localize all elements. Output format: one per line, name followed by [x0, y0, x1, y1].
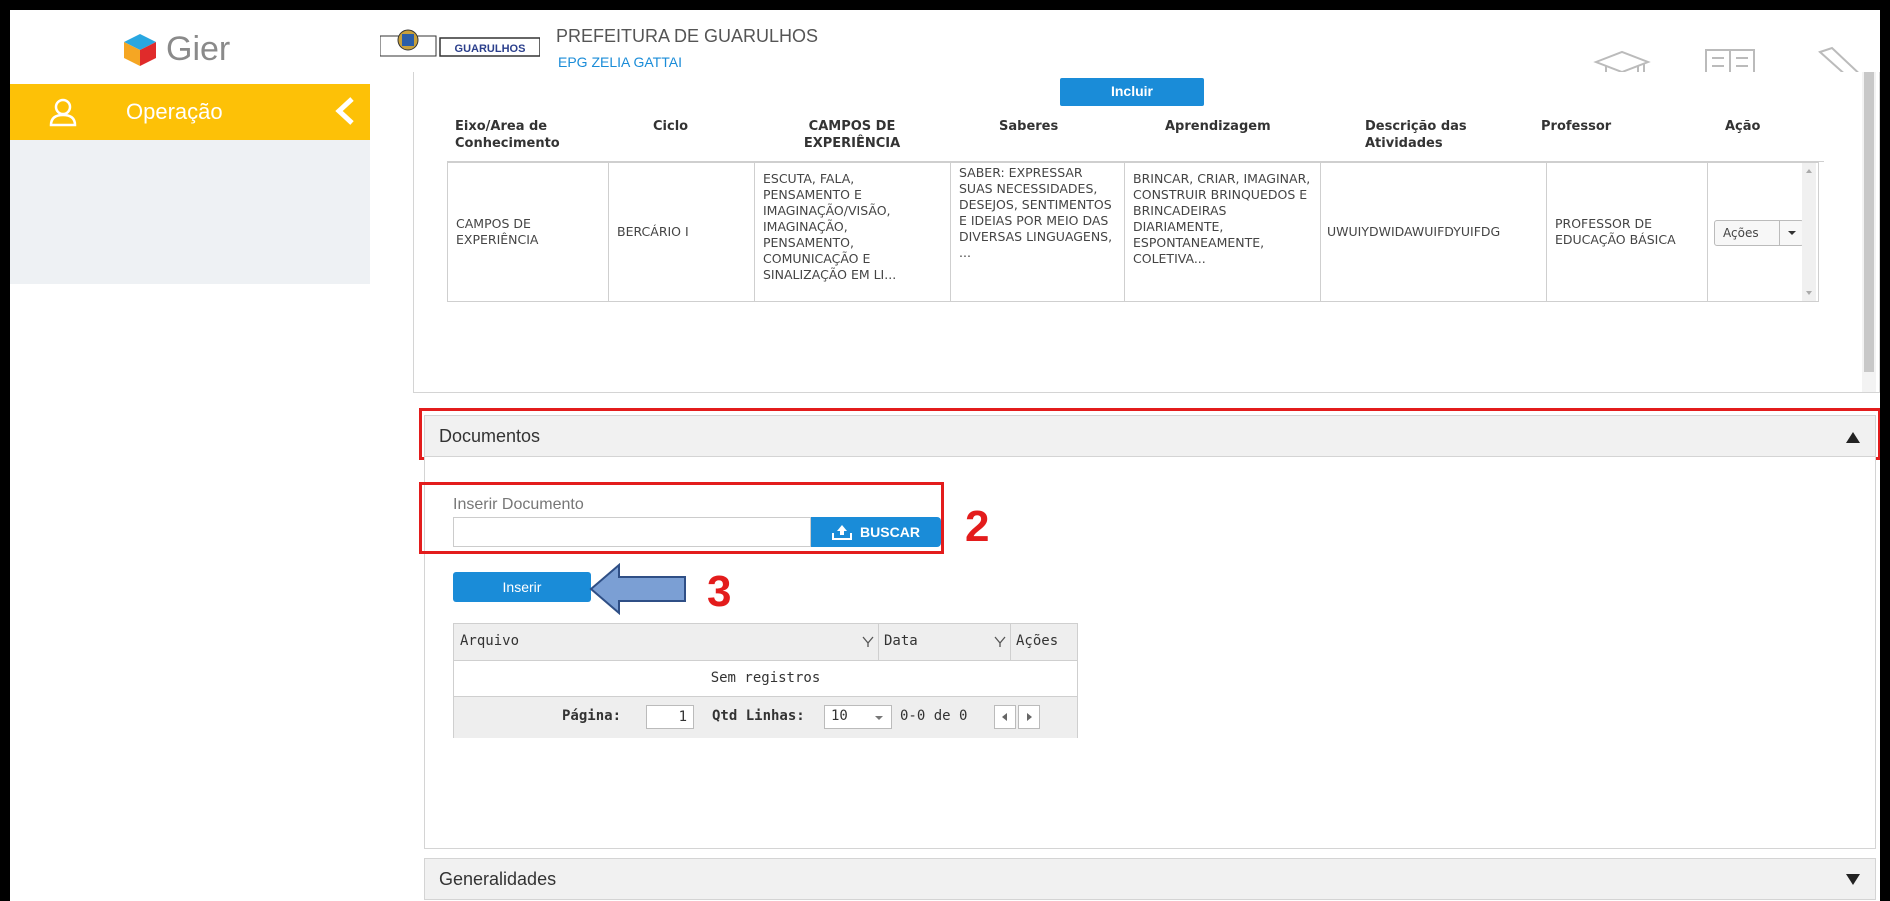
cell-acao: Ações	[1708, 163, 1804, 301]
cell-eixo: CAMPOS DE EXPERIÊNCIA	[448, 163, 609, 301]
col-aprendizagem[interactable]: Aprendizagem	[1165, 118, 1271, 135]
prev-page-button[interactable]	[994, 705, 1016, 729]
inserir-button[interactable]: Inserir	[453, 572, 591, 602]
col-ciclo[interactable]: Ciclo	[653, 118, 688, 135]
col-descricao[interactable]: Descrição das Atividades	[1365, 118, 1475, 152]
arrow-left-icon	[589, 563, 686, 615]
pagination-bar: Página: 1 Qtd Linhas: 10 0-0 de 0	[454, 696, 1077, 738]
chevron-right-icon	[1027, 713, 1032, 721]
annotation-box-1	[419, 408, 1880, 460]
divider	[1010, 624, 1011, 660]
sidebar: Operação	[10, 84, 370, 284]
range-text: 0-0 de 0	[900, 708, 968, 724]
incluir-button[interactable]: Incluir	[1060, 78, 1204, 106]
qtd-linhas-label: Qtd Linhas:	[712, 708, 805, 724]
cell-aprendizagem: BRINCAR, CRIAR, IMAGINAR, CONSTRUIR BRIN…	[1125, 163, 1321, 301]
col-acoes[interactable]: Ações	[1016, 633, 1058, 649]
cell-saberes: SABER: EXPRESSAR SUAS NECESSIDADES, DESE…	[951, 163, 1125, 301]
divider	[878, 624, 879, 660]
cube-logo-icon	[124, 33, 156, 66]
acoes-dropdown-button[interactable]: Ações	[1714, 220, 1804, 246]
page-number-input[interactable]: 1	[646, 705, 694, 729]
section-title: Generalidades	[439, 869, 557, 889]
rows-per-page-value: 10	[831, 708, 848, 724]
filter-icon[interactable]	[862, 636, 874, 648]
brand-name: Gier	[166, 30, 231, 68]
table-row[interactable]: CAMPOS DE EXPERIÊNCIA BERCÁRIO I ESCUTA,…	[447, 162, 1819, 302]
sidebar-item-label: Operação	[126, 99, 223, 124]
col-campos[interactable]: CAMPOS DE EXPERIÊNCIA	[777, 118, 927, 152]
brand-logo[interactable]: Gier	[122, 30, 230, 69]
grid-scrollbar[interactable]	[1802, 163, 1816, 301]
caret-down-icon	[875, 716, 883, 720]
col-professor[interactable]: Professor	[1541, 118, 1611, 135]
org-subtitle: EPG ZELIA GATTAI	[558, 54, 682, 70]
documents-grid: Arquivo Data Ações Sem registros Página:…	[453, 623, 1078, 738]
chevron-left-icon[interactable]	[332, 96, 358, 126]
user-icon	[49, 98, 77, 127]
panel-scrollbar[interactable]	[1862, 72, 1876, 392]
caret-down-icon	[1779, 221, 1804, 245]
chevron-left-icon	[1002, 713, 1007, 721]
cell-ciclo: BERCÁRIO I	[609, 163, 755, 301]
next-page-button[interactable]	[1018, 705, 1040, 729]
content-grid-header: Eixo/Area de Conhecimento Ciclo CAMPOS D…	[447, 118, 1824, 162]
empty-message: Sem registros	[710, 670, 821, 686]
col-eixo[interactable]: Eixo/Area de Conhecimento	[455, 118, 575, 152]
col-acao[interactable]: Ação	[1725, 118, 1760, 135]
app-frame: Gier GUARULHOS PREFEITURA DE GUARULHOS E…	[10, 10, 1880, 901]
org-name: PREFEITURA DE GUARULHOS	[556, 26, 819, 46]
acoes-label: Ações	[1723, 226, 1759, 240]
scrollbar-thumb[interactable]	[1864, 72, 1874, 372]
col-arquivo[interactable]: Arquivo	[460, 633, 519, 649]
cell-descricao: UWUIYDWIDAWUIFDYUIFDG	[1321, 163, 1547, 301]
sidebar-item-operacao[interactable]: Operação	[10, 84, 370, 140]
generalidades-section-header[interactable]: Generalidades	[424, 858, 1876, 900]
col-data[interactable]: Data	[884, 633, 918, 649]
annotation-box-2	[419, 482, 944, 554]
cell-campos: ESCUTA, FALA, PENSAMENTO E IMAGINAÇÃO/VI…	[755, 163, 951, 301]
expand-down-icon	[1846, 874, 1860, 885]
pagina-label: Página:	[562, 708, 622, 724]
rows-per-page-select[interactable]: 10	[824, 705, 892, 729]
cell-professor: PROFESSOR DE EDUCAÇÃO BÁSICA	[1547, 163, 1708, 301]
annotation-number-3: 3	[707, 567, 732, 616]
city-crest-icon: GUARULHOS	[380, 29, 540, 57]
filter-icon[interactable]	[994, 636, 1006, 648]
annotation-number-2: 2	[965, 502, 990, 551]
col-saberes[interactable]: Saberes	[999, 118, 1058, 135]
crest-text: GUARULHOS	[455, 43, 526, 55]
documents-grid-header: Arquivo Data Ações	[454, 624, 1077, 661]
